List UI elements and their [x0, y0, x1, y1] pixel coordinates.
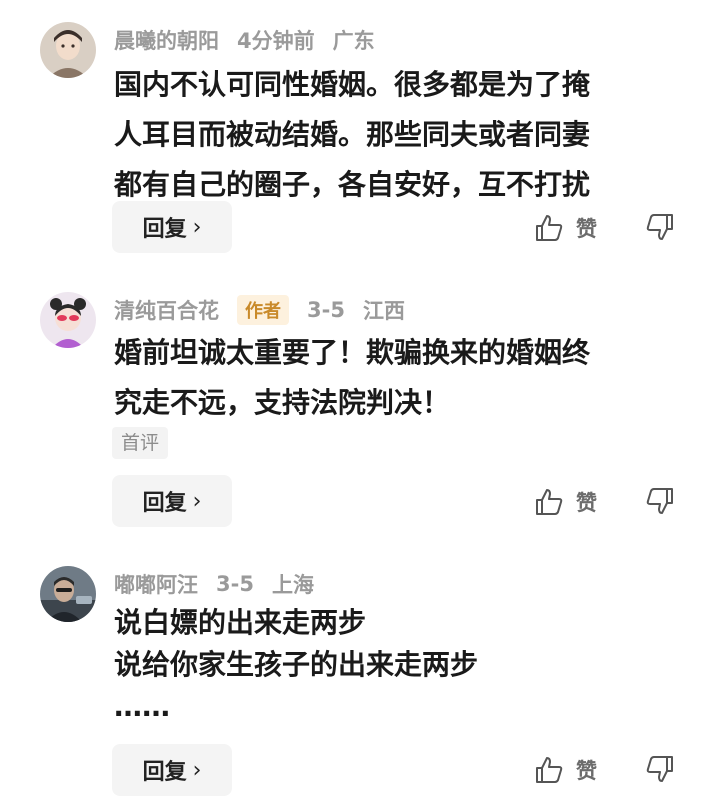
dislike-button[interactable] — [645, 212, 675, 242]
comment-text: 说白嫖的出来走两步 说给你家生孩子的出来走两步 …… — [114, 606, 479, 723]
thumbs-up-icon — [536, 757, 563, 783]
dislike-button[interactable] — [645, 754, 675, 784]
reply-button[interactable]: 回复 › — [112, 201, 232, 253]
location: 上海 — [271, 573, 314, 597]
thumbs-down-icon — [646, 214, 673, 240]
author-badge: 作者 — [237, 295, 289, 325]
avatar[interactable] — [40, 22, 96, 78]
username[interactable]: 清纯百合花 — [114, 295, 219, 325]
thumbs-up-icon — [536, 489, 563, 515]
reply-button[interactable]: 回复 › — [112, 475, 232, 527]
first-comment-tag: 首评 — [112, 427, 169, 459]
comment-text: 婚前坦诚太重要了！欺骗换来的婚姻终 究走不远，支持法院判决！ — [114, 336, 591, 419]
timestamp: 3-5 — [307, 298, 345, 322]
avatar-boy-portrait-icon — [40, 22, 96, 78]
chevron-right-icon: › — [192, 214, 202, 240]
chevron-right-icon: › — [192, 757, 202, 783]
thumbs-up-icon — [536, 215, 563, 241]
comment-text: 国内不认可同性婚姻。很多都是为了掩 人耳目而被动结婚。那些同夫或者同妻 都有自己… — [114, 68, 591, 201]
comment-meta: 晨曦的朝阳 4分钟前 广东 — [114, 24, 393, 56]
comment-item: 嘟嘟阿汪 3-5 上海 说白嫖的出来走两步 说给你家生孩子的出来走两步 …… 回… — [0, 540, 720, 803]
thumbs-down-icon — [646, 756, 673, 782]
like-button[interactable]: 赞 — [534, 484, 597, 520]
dislike-button[interactable] — [645, 486, 675, 516]
username[interactable]: 嘟嘟阿汪 — [114, 569, 198, 599]
thumbs-down-icon — [646, 488, 673, 514]
username[interactable]: 晨曦的朝阳 — [114, 25, 219, 55]
comment-item: 清纯百合花 作者 3-5 江西 婚前坦诚太重要了！欺骗换来的婚姻终 究走不远，支… — [0, 270, 720, 540]
comment-meta: 清纯百合花 作者 3-5 江西 — [114, 294, 423, 326]
avatar[interactable] — [40, 292, 96, 348]
avatar[interactable] — [40, 566, 96, 622]
reply-button[interactable]: 回复 › — [112, 744, 232, 796]
avatar-man-dark-icon — [40, 566, 96, 622]
location: 江西 — [362, 299, 405, 323]
avatar-girl-cartoon-icon — [40, 292, 96, 348]
comment-meta: 嘟嘟阿汪 3-5 上海 — [114, 568, 332, 600]
comment-item: 晨曦的朝阳 4分钟前 广东 国内不认可同性婚姻。很多都是为了掩 人耳目而被动结婚… — [0, 0, 720, 270]
timestamp: 3-5 — [216, 572, 254, 596]
timestamp: 4分钟前 — [237, 29, 315, 53]
like-button[interactable]: 赞 — [534, 752, 597, 788]
like-button[interactable]: 赞 — [534, 210, 597, 246]
location: 广东 — [332, 29, 375, 53]
chevron-right-icon: › — [192, 488, 202, 514]
